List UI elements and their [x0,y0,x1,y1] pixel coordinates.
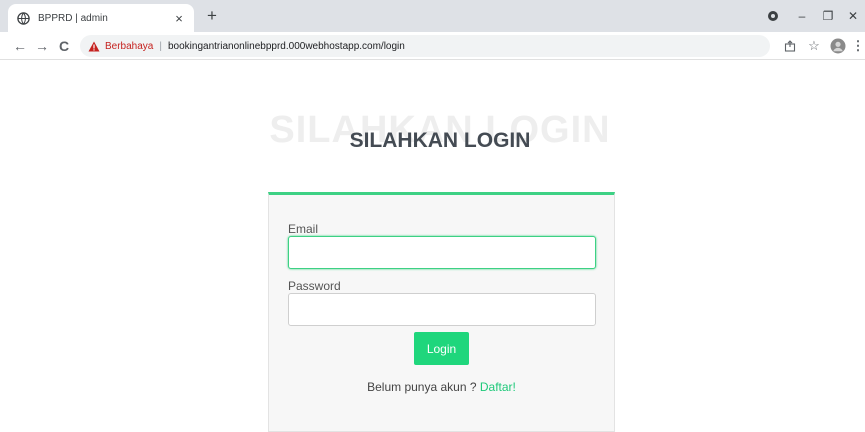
warning-icon [88,41,100,52]
globe-icon [16,11,30,25]
new-tab-button[interactable]: + [200,5,224,27]
browser-toolbar: ← → C Berbahaya | bookingantrianonlinebp… [0,32,865,60]
security-status[interactable]: Berbahaya [105,41,153,52]
signup-link[interactable]: Daftar! [480,380,516,394]
url-text[interactable]: bookingantrianonlinebpprd.000webhostapp.… [168,41,405,52]
forward-button[interactable]: → [32,36,52,56]
restore-button[interactable]: ❐ [816,0,840,32]
signup-text: Belum punya akun ? [367,380,477,394]
tab-title: BPPRD | admin [38,12,108,24]
reload-button[interactable]: C [54,36,74,56]
password-field[interactable] [288,293,596,326]
profile-avatar[interactable] [828,36,848,56]
star-icon[interactable]: ☆ [804,36,824,56]
page-content: SILAHKAN LOGIN SILAHKAN LOGIN Email Pass… [0,61,865,432]
close-window-button[interactable]: ✕ [842,0,864,32]
url-separator: | [159,40,162,52]
email-field[interactable] [288,236,596,269]
minimize-button[interactable]: – [790,0,814,32]
chrome-extension-icon[interactable] [762,0,784,32]
login-button[interactable]: Login [414,332,469,365]
signup-prompt: Belum punya akun ? Daftar! [269,380,614,394]
browser-tab[interactable]: BPPRD | admin × [8,4,194,32]
tab-bar: BPPRD | admin × + – ❐ ✕ [0,0,865,32]
email-label: Email [288,222,319,236]
address-bar[interactable]: Berbahaya | bookingantrianonlinebpprd.00… [80,35,770,57]
login-card: Email Password Login Belum punya akun ? … [268,192,615,432]
password-label: Password [288,279,341,293]
menu-icon[interactable]: ⋮ [848,36,865,56]
share-icon[interactable] [780,36,800,56]
tab-close-icon[interactable]: × [172,11,186,26]
page-title: SILAHKAN LOGIN [349,129,531,152]
back-button[interactable]: ← [10,36,30,56]
